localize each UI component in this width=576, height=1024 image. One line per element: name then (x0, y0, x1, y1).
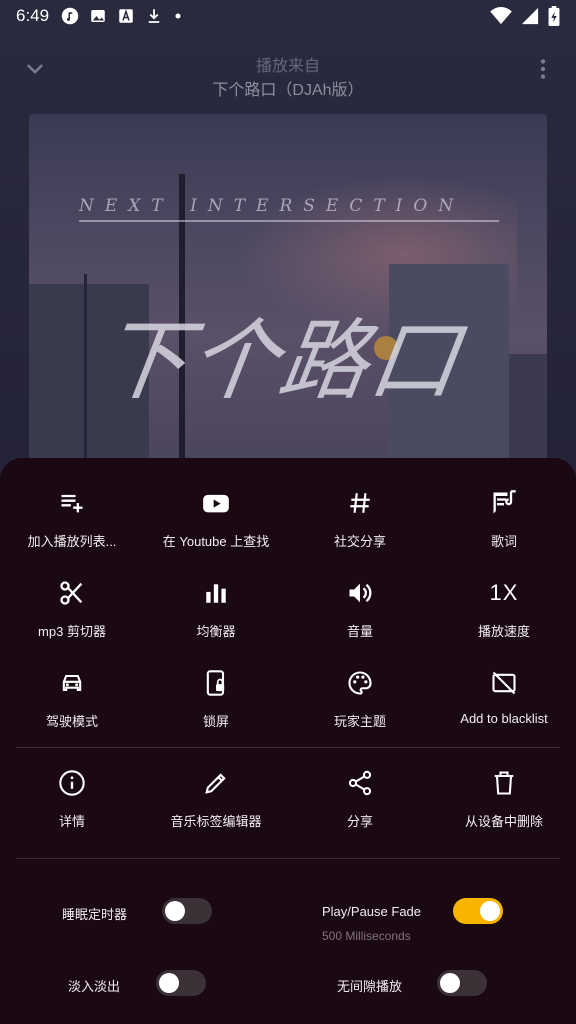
menu-item-label: 玩家主题 (333, 714, 386, 729)
menu-item-label: 音量 (346, 624, 373, 639)
menu-item-label: 歌词 (490, 534, 517, 549)
toggle-knob (440, 973, 460, 993)
hashtag-icon (350, 493, 370, 513)
play-pause-fade-toggle[interactable] (453, 898, 503, 924)
gapless-row: 无间隙播放 (337, 976, 402, 995)
equalizer-button[interactable]: 均衡器 (144, 568, 288, 658)
album-art-title-cn: 下个路口 (92, 309, 468, 412)
screen: 播放来自 下个路口（DJAh版） NEXT INTERSECTION 下个路口 … (0, 0, 576, 1024)
dot-icon (175, 13, 181, 19)
blacklist-icon (492, 671, 516, 695)
add-to-blacklist-button[interactable]: Add to blacklist (432, 658, 576, 748)
player-background: 播放来自 下个路口（DJAh版） NEXT INTERSECTION 下个路口 (0, 0, 576, 520)
fade-in-out-label: 淡入淡出 (68, 979, 121, 994)
toggle-knob (165, 901, 185, 921)
car-icon (62, 674, 82, 692)
sleep-timer-label: 睡眠定时器 (62, 907, 128, 922)
sleep-timer-toggle[interactable] (162, 898, 212, 924)
social-share-button[interactable]: 社交分享 (288, 478, 432, 568)
menu-item-label: 社交分享 (333, 534, 386, 549)
menu-item-label: 锁屏 (202, 714, 229, 729)
info-icon (59, 770, 85, 796)
delete-from-device-button[interactable]: 从设备中删除 (432, 758, 576, 848)
playback-speed-button[interactable]: 1X 播放速度 (432, 568, 576, 658)
sleep-timer-row: 睡眠定时器 (62, 904, 127, 923)
menu-item-label: 详情 (58, 814, 85, 829)
play-pause-fade-row: Play/Pause Fade 500 Milliseconds (322, 904, 421, 943)
equalizer-icon (206, 584, 226, 603)
signal-icon (521, 7, 539, 25)
status-bar: 6:49 (0, 0, 576, 32)
fade-in-out-toggle[interactable] (156, 970, 206, 996)
menu-item-label: 分享 (346, 814, 373, 829)
palette-icon (348, 671, 372, 695)
toggle-knob (480, 901, 500, 921)
player-topbar: 播放来自 下个路口（DJAh版） (0, 44, 576, 104)
menu-grid-secondary: 详情 音乐标签编辑器 分享 从设备中删除 (0, 758, 576, 848)
volume-button[interactable]: 音量 (288, 568, 432, 658)
menu-item-label: 加入播放列表... (27, 534, 117, 549)
add-to-playlist-button[interactable]: 加入播放列表... (0, 478, 144, 568)
driving-mode-button[interactable]: 驾驶模式 (0, 658, 144, 748)
tag-editor-button[interactable]: 音乐标签编辑器 (144, 758, 288, 848)
gapless-toggle[interactable] (437, 970, 487, 996)
menu-item-label: 从设备中删除 (464, 814, 543, 829)
menu-item-label: 播放速度 (477, 624, 530, 639)
trash-icon (494, 771, 514, 795)
song-title: 下个路口（DJAh版） (212, 82, 364, 99)
lock-screen-icon (206, 670, 225, 696)
music-note-icon (61, 7, 79, 25)
details-button[interactable]: 详情 (0, 758, 144, 848)
image-icon (91, 10, 105, 22)
fade-in-out-row: 淡入淡出 (68, 976, 120, 995)
status-right (490, 6, 560, 26)
gapless-label: 无间隙播放 (337, 979, 403, 994)
speed-value: 1X (489, 580, 519, 605)
album-art-title-en: NEXT INTERSECTION (79, 196, 465, 216)
playing-from-label: 播放来自 (255, 58, 320, 75)
menu-item-label: 均衡器 (196, 624, 236, 639)
download-icon (148, 9, 160, 23)
album-art: NEXT INTERSECTION 下个路口 (29, 114, 547, 514)
menu-item-label: Add to blacklist (460, 711, 548, 726)
status-time: 6:49 (16, 6, 50, 25)
player-theme-button[interactable]: 玩家主题 (288, 658, 432, 748)
play-pause-fade-label: Play/Pause Fade (322, 904, 422, 919)
divider (16, 858, 560, 859)
scissors-icon (60, 581, 83, 605)
menu-item-label: mp3 剪切器 (38, 624, 106, 639)
lyrics-icon (493, 490, 516, 514)
divider (16, 747, 560, 748)
battery-icon (548, 6, 560, 26)
text-a-icon (119, 9, 133, 23)
playlist-add-icon (61, 494, 83, 513)
pencil-icon (205, 773, 226, 794)
more-vertical-icon[interactable] (530, 56, 556, 82)
youtube-icon (203, 494, 229, 513)
lyrics-button[interactable]: 歌词 (432, 478, 576, 568)
menu-item-label: 在 Youtube 上查找 (162, 534, 270, 549)
menu-grid-primary: 加入播放列表... 在 Youtube 上查找 社交分享 歌词 mp3 剪切器 … (0, 478, 576, 748)
wifi-icon (490, 7, 512, 25)
menu-item-label: 驾驶模式 (45, 714, 98, 729)
volume-icon (349, 583, 372, 603)
album-art-underline (79, 220, 499, 222)
share-icon (348, 770, 372, 796)
mp3-cutter-button[interactable]: mp3 剪切器 (0, 568, 144, 658)
menu-item-label: 音乐标签编辑器 (170, 814, 262, 829)
play-pause-fade-value: 500 Milliseconds (322, 929, 411, 943)
toggle-knob (159, 973, 179, 993)
bottom-sheet-menu: 加入播放列表... 在 Youtube 上查找 社交分享 歌词 mp3 剪切器 … (0, 458, 576, 1024)
youtube-search-button[interactable]: 在 Youtube 上查找 (144, 478, 288, 568)
lock-screen-button[interactable]: 锁屏 (144, 658, 288, 748)
share-button[interactable]: 分享 (288, 758, 432, 848)
